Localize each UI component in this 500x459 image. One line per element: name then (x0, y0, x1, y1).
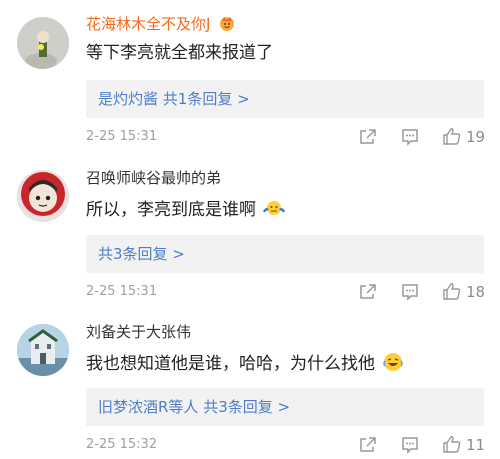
thumbs-up-icon[interactable] (442, 126, 462, 146)
comment-author[interactable]: 召唤师峡谷最帅的弟 (86, 168, 221, 188)
comment-text: 等下李亮就全都来报道了 (86, 43, 273, 63)
thumbs-up-icon[interactable] (442, 434, 462, 454)
like-count: 18 (466, 283, 486, 301)
crown-badge-icon (218, 14, 236, 37)
comment-item: 召唤师峡谷最帅的弟 所以，李亮到底是谁啊 共3条回复 > 2-25 15:31 … (0, 150, 500, 302)
comment-icon[interactable] (400, 282, 420, 302)
like-count: 11 (466, 436, 486, 454)
reply-link[interactable]: 是灼灼酱 共1条回复 > (98, 89, 250, 109)
reply-preview[interactable]: 旧梦浓酒R等人 共3条回复 > (86, 388, 484, 426)
share-icon[interactable] (358, 127, 378, 147)
reply-preview[interactable]: 是灼灼酱 共1条回复 > (86, 80, 484, 118)
thumbs-up-icon[interactable] (442, 281, 462, 301)
comment-time: 2-25 15:32 (86, 437, 158, 452)
comment-author[interactable]: 刘备关于大张伟 (86, 322, 191, 342)
avatar[interactable] (17, 170, 69, 222)
share-icon[interactable] (358, 435, 378, 455)
comment-icon[interactable] (400, 127, 420, 147)
comment-time: 2-25 15:31 (86, 284, 158, 299)
comment-item: 花海林木全不及你J 等下李亮就全都来报道了 是灼灼酱 共1条回复 > 2-25 … (0, 0, 500, 150)
shrug-emoji-icon (263, 197, 286, 226)
reply-link[interactable]: 旧梦浓酒R等人 共3条回复 > (98, 397, 290, 417)
comment-text: 我也想知道他是谁，哈哈，为什么找他 (86, 351, 404, 380)
laugh-emoji-icon (382, 351, 404, 380)
comment-text: 所以，李亮到底是谁啊 (86, 197, 286, 226)
reply-preview[interactable]: 共3条回复 > (86, 235, 484, 273)
reply-link[interactable]: 共3条回复 > (98, 244, 185, 264)
comment-time: 2-25 15:31 (86, 129, 158, 144)
comment-author[interactable]: 花海林木全不及你J (86, 14, 236, 37)
like-count: 19 (466, 128, 486, 146)
comment-item: 刘备关于大张伟 我也想知道他是谁，哈哈，为什么找他 旧梦浓酒R等人 共3条回复 … (0, 302, 500, 456)
avatar[interactable] (17, 17, 69, 69)
comment-icon[interactable] (400, 435, 420, 455)
avatar[interactable] (17, 324, 69, 376)
share-icon[interactable] (358, 282, 378, 302)
